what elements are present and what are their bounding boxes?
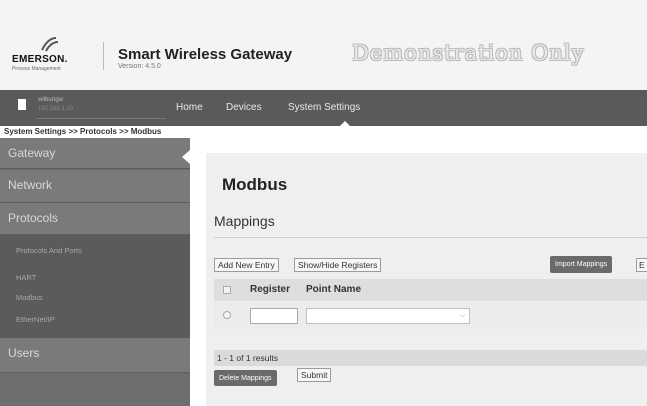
submenu-item-hart[interactable]: HART [16,273,36,282]
active-submenu-caret-icon [182,150,190,164]
device-name: wilburtgw [38,97,64,103]
device-ip: 192.168.1.10 [38,106,74,112]
sidebar: Gateway Network Protocols Protocols And … [0,138,190,406]
select-all-checkbox[interactable] [223,286,231,294]
column-header-point-name[interactable]: Point Name [306,284,361,295]
protocols-submenu: Protocols And Ports HART Modbus EtherNet… [0,235,190,341]
page-title: Modbus [222,175,288,194]
chevron-down-icon: ⌵ [459,312,466,319]
nav-devices[interactable]: Devices [226,102,262,113]
results-bar: 1 - 1 of 1 results [214,350,647,366]
sidebar-item-label: Gateway [8,146,56,160]
row-select-checkbox[interactable] [223,311,231,319]
sidebar-footer [0,375,190,406]
device-icon [18,99,26,110]
column-header-register[interactable]: Register [250,284,290,295]
sidebar-item-label: Network [8,178,53,192]
register-input[interactable] [250,308,298,324]
active-nav-caret-icon [339,121,351,127]
submit-button[interactable]: Submit [297,368,332,382]
logo-name: EMERSON. [12,54,68,65]
sidebar-item-label: Protocols [8,211,59,225]
device-underline [36,118,166,119]
sidebar-item-gateway[interactable]: Gateway [0,138,190,169]
nav-system-settings[interactable]: System Settings [288,102,360,113]
main-area: Modbus Mappings Add New Entry Show/Hide … [190,138,647,406]
table-header: Register Point Name [214,279,647,301]
app-header: EMERSON. Process Management Smart Wirele… [0,0,647,90]
submenu-item-ethernetip[interactable]: EtherNet/IP [16,315,55,324]
sidebar-item-protocols[interactable]: Protocols [0,203,190,235]
app-version: Version: 4.5.0 [118,63,161,70]
results-count: 1 - 1 of 1 results [217,353,278,363]
logo-subtitle: Process Management [12,66,61,72]
section-divider [214,237,647,238]
emerson-logo-mark-icon [41,37,59,52]
demo-watermark: Demonstration Only [352,41,585,65]
header-divider [103,42,104,70]
nav-home[interactable]: Home [176,102,203,113]
sidebar-item-label: Users [8,346,40,360]
table-row: ⌵ [214,303,647,329]
emerson-logo: EMERSON. Process Management [12,36,84,72]
top-navbar: wilburtgw 192.168.1.10 Home Devices Syst… [0,90,647,126]
export-button-partial[interactable]: E [636,258,647,272]
delete-mappings-button[interactable]: Delete Mappings [214,370,277,386]
breadcrumb: System Settings >> Protocols >> Modbus [4,127,162,136]
point-name-select[interactable]: ⌵ [306,308,470,324]
import-mappings-button[interactable]: Import Mappings [550,256,613,273]
show-hide-registers-button[interactable]: Show/Hide Registers [294,258,382,272]
content-panel: Modbus Mappings Add New Entry Show/Hide … [206,153,647,406]
section-title: Mappings [214,213,275,229]
sidebar-item-users[interactable]: Users [0,338,190,373]
submenu-item-protocols-and-ports[interactable]: Protocols And Ports [16,246,82,255]
submenu-item-modbus[interactable]: Modbus [16,293,43,302]
add-new-entry-button[interactable]: Add New Entry [214,258,279,272]
app-title: Smart Wireless Gateway [118,46,293,63]
sidebar-item-network[interactable]: Network [0,170,190,203]
